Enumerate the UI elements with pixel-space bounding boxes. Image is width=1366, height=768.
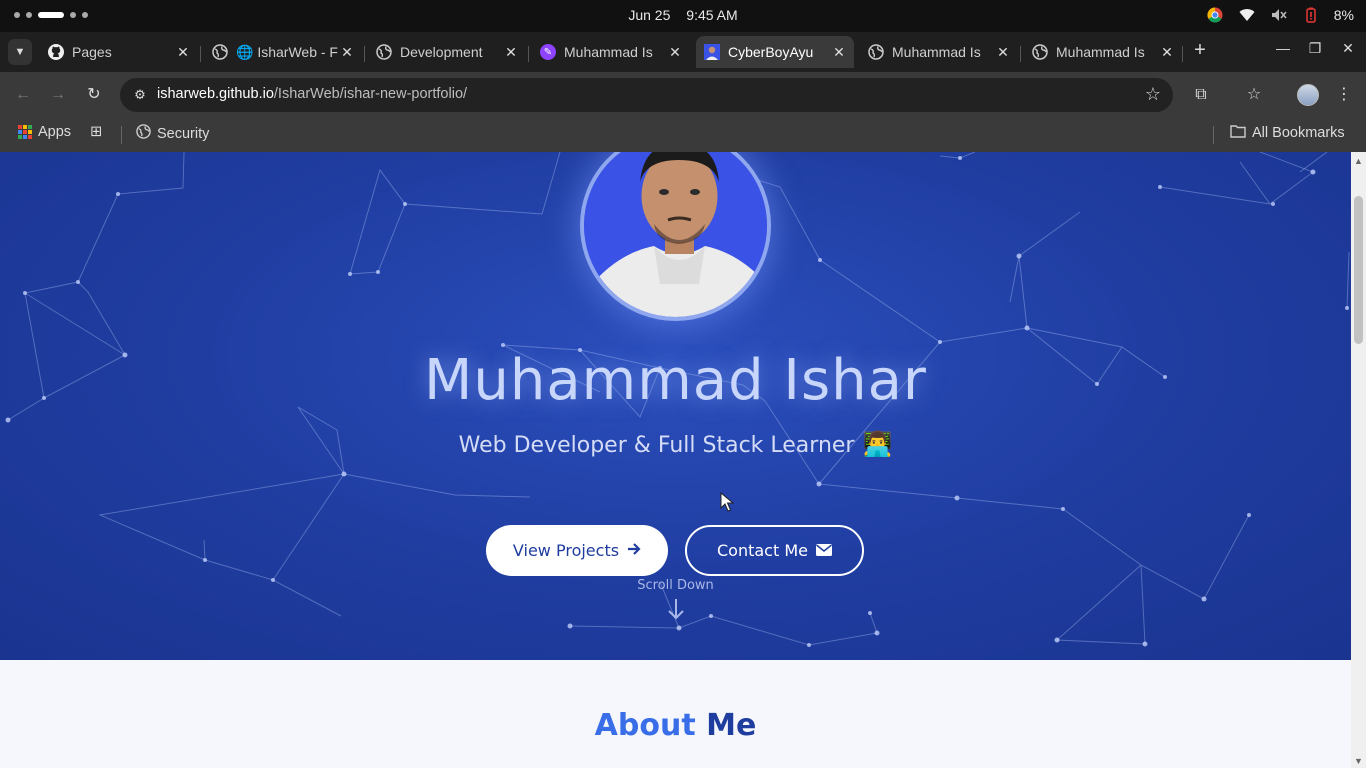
tab-isharweb[interactable]: 🌐 IsharWeb - F ✕ <box>204 36 362 68</box>
url-text[interactable]: isharweb.github.io/IsharWeb/ishar-new-po… <box>157 86 467 102</box>
all-bookmarks-button[interactable]: All Bookmarks <box>1230 124 1345 142</box>
reload-icon: ↻ <box>87 86 101 103</box>
minimize-button[interactable]: — <box>1273 40 1293 56</box>
tab-title: Pages <box>72 44 112 60</box>
os-time: 9:45 AM <box>686 7 738 23</box>
new-tab-button[interactable]: + <box>1189 40 1211 62</box>
scroll-down-arrow-icon[interactable]: ▼ <box>1354 756 1363 766</box>
envelope-icon <box>815 541 832 560</box>
bookmark-star-icon[interactable]: ☆ <box>1145 84 1161 105</box>
url-path: /IsharWeb/ishar-new-portfolio/ <box>273 86 468 102</box>
close-icon[interactable]: ✕ <box>830 44 848 61</box>
address-bar[interactable]: ⚙ isharweb.github.io/IsharWeb/ishar-new-… <box>120 78 1173 112</box>
forward-button[interactable]: → <box>47 84 69 106</box>
folder-icon <box>1230 124 1246 142</box>
purple-app-icon: ✎ <box>540 44 556 60</box>
tab-development[interactable]: Development ✕ <box>368 36 526 68</box>
tab-cyberboyayu[interactable]: CyberBoyAyu ✕ <box>696 36 854 68</box>
bookmarks-manager-icon[interactable]: ☆ <box>1242 83 1266 107</box>
globe-icon <box>212 44 228 60</box>
tab-title: CyberBoyAyu <box>728 44 814 60</box>
bookmark-label: All Bookmarks <box>1252 125 1345 141</box>
os-date: Jun 25 <box>628 7 671 23</box>
hero-subtitle: Web Developer & Full Stack Learner 👨‍💻 <box>0 430 1351 458</box>
tab-title: Muhammad Is <box>892 44 981 60</box>
arrow-left-icon: ← <box>15 86 31 103</box>
site-info-icon[interactable]: ⚙ <box>128 83 152 107</box>
about-section: About Me <box>0 660 1351 768</box>
close-icon[interactable]: ✕ <box>994 44 1012 61</box>
scrollbar-thumb[interactable] <box>1354 196 1363 344</box>
mouse-cursor-icon <box>720 492 734 512</box>
globe-icon <box>868 44 884 60</box>
reload-button[interactable]: ↻ <box>83 84 105 106</box>
tab-strip: ▼ Pages ✕ 🌐 IsharWeb - F ✕ Development ✕… <box>0 32 1366 72</box>
about-heading-part2: Me <box>706 708 757 743</box>
chrome-icon <box>1206 6 1224 24</box>
volume-muted-icon <box>1270 6 1288 24</box>
tab-search-button[interactable]: ▼ <box>8 39 32 65</box>
github-icon <box>48 44 64 60</box>
scroll-up-arrow-icon[interactable]: ▲ <box>1354 156 1363 166</box>
tab-title: Development <box>400 44 483 60</box>
chevron-down-icon: ▼ <box>14 46 26 58</box>
tab-title: Muhammad Is <box>564 44 653 60</box>
arrow-right-icon <box>627 541 641 560</box>
apps-grid-icon <box>18 125 32 139</box>
bookmark-security[interactable]: Security <box>136 124 209 143</box>
battery-percent: 8% <box>1333 7 1354 23</box>
close-window-button[interactable]: ✕ <box>1338 40 1358 57</box>
hero-subtitle-text: Web Developer & Full Stack Learner <box>458 433 855 458</box>
profile-avatar[interactable] <box>1297 84 1319 106</box>
hero-name: Muhammad Ishar <box>424 348 927 413</box>
bookmark-apps[interactable]: Apps <box>18 124 71 140</box>
close-icon[interactable]: ✕ <box>1158 44 1176 61</box>
page-viewport: Muhammad Ishar Web Developer & Full Stac… <box>0 152 1351 768</box>
tab-groups-button[interactable]: ⊞ <box>90 124 102 140</box>
grid-icon: ⊞ <box>90 124 103 140</box>
about-heading: About Me <box>0 708 1351 743</box>
button-label: Contact Me <box>717 541 808 560</box>
globe-icon <box>376 44 392 60</box>
close-icon[interactable]: ✕ <box>666 44 684 61</box>
tab-muhammad-ishar-1[interactable]: ✎ Muhammad Is ✕ <box>532 36 690 68</box>
os-clock[interactable]: Jun 25 9:45 AM <box>0 7 1366 23</box>
bookmark-label: Security <box>157 125 210 142</box>
contact-me-button[interactable]: Contact Me <box>685 525 864 576</box>
battery-low-icon <box>1302 6 1320 24</box>
close-icon[interactable]: ✕ <box>502 44 520 61</box>
wifi-icon <box>1238 6 1256 24</box>
hero-section: Muhammad Ishar Web Developer & Full Stac… <box>0 152 1351 660</box>
maximize-button[interactable]: ❐ <box>1305 40 1325 57</box>
technologist-emoji: 👨‍💻 <box>862 430 893 458</box>
menu-kebab-icon[interactable]: ⋮ <box>1332 83 1356 107</box>
arrow-right-icon: → <box>50 86 66 103</box>
extensions-icon[interactable]: ⧉ <box>1189 83 1213 107</box>
system-tray[interactable]: 8% <box>1206 6 1354 24</box>
globe-icon <box>1032 44 1048 60</box>
arrow-down-icon[interactable] <box>667 598 685 622</box>
tab-muhammad-ishar-3[interactable]: Muhammad Is ✕ <box>1024 36 1182 68</box>
tab-title: 🌐 IsharWeb - F <box>236 43 338 60</box>
browser-toolbar: ← → ↻ ⚙ isharweb.github.io/IsharWeb/isha… <box>0 72 1366 117</box>
back-button[interactable]: ← <box>12 84 34 106</box>
tab-title: Muhammad Is <box>1056 44 1145 60</box>
tab-muhammad-ishar-2[interactable]: Muhammad Is ✕ <box>860 36 1018 68</box>
globe-icon <box>136 124 151 143</box>
view-projects-button[interactable]: View Projects <box>486 525 668 576</box>
bookmarks-bar: Apps ⊞ Security All Bookmarks <box>0 117 1366 152</box>
page-scrollbar[interactable]: ▲ ▼ <box>1351 152 1366 768</box>
close-icon[interactable]: ✕ <box>174 44 192 61</box>
os-top-bar: Jun 25 9:45 AM 8% <box>0 0 1366 32</box>
tab-pages[interactable]: Pages ✕ <box>40 36 198 68</box>
bookmark-label: Apps <box>38 124 72 140</box>
close-icon[interactable]: ✕ <box>338 44 356 61</box>
profile-photo-icon <box>704 44 720 60</box>
plus-icon: + <box>1194 39 1206 61</box>
scroll-down-label[interactable]: Scroll Down <box>0 578 1351 593</box>
about-heading-part1: About <box>594 708 696 743</box>
button-label: View Projects <box>512 541 620 560</box>
url-host: isharweb.github.io <box>157 86 274 102</box>
